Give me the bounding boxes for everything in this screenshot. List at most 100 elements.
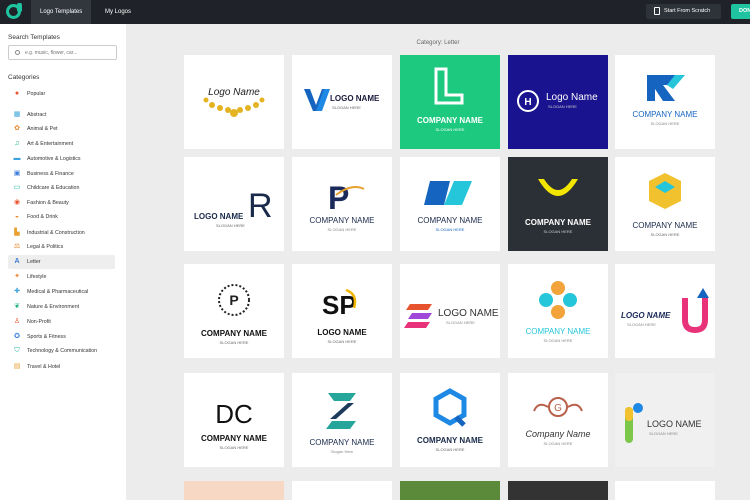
logo-card-2[interactable]: LOGO NAME SLOGAN HERE [292, 55, 392, 149]
logo-slogan: SLOGAN HERE [436, 227, 465, 232]
category-travel[interactable]: ▤ Travel & Hotel [8, 360, 115, 374]
svg-text:P: P [229, 292, 238, 308]
logo-card-22[interactable] [292, 481, 392, 500]
letter-e-icon [406, 304, 432, 310]
category-sports[interactable]: ✪ Sports & Fitness [8, 330, 115, 344]
logo-card-3[interactable]: COMPANY NAME SLOGAN HERE [400, 55, 500, 149]
logo-title: COMPANY NAME [417, 436, 484, 445]
logo-card-24[interactable] [508, 481, 608, 500]
category-abstract[interactable]: ▦ Abstract [8, 108, 115, 122]
category-childcare[interactable]: ▭ Childcare & Education [8, 181, 115, 195]
category-medical[interactable]: ✚ Medical & Pharmaceutical [8, 285, 115, 299]
category-label: Food & Drink [27, 214, 58, 220]
green-action-button[interactable]: DON [731, 4, 750, 19]
category-art-entertainment[interactable]: ♫ Art & Entertainment [8, 137, 115, 151]
logo-card-21[interactable] [184, 481, 284, 500]
logo-card-11[interactable]: P COMPANY NAME SLOGAN HERE [184, 264, 284, 358]
tab-my-logos[interactable]: My Logos [96, 0, 140, 24]
category-label: Lifestyle [27, 274, 47, 280]
logo-card-5[interactable]: COMPANY NAME SLOGAN HERE [615, 55, 715, 149]
letter-a-icon: A [14, 258, 20, 265]
svg-text:G: G [554, 403, 562, 414]
logo-card-12[interactable]: SP LOGO NAME SLOGAN HERE [292, 264, 392, 358]
category-food[interactable]: ◒ Food & Drink [8, 210, 115, 224]
category-technology[interactable]: ⛉ Technology & Communication [8, 344, 115, 358]
laurel-icon [203, 97, 265, 117]
category-label: Art & Entertainment [27, 141, 74, 147]
logo-card-1[interactable]: Logo Name [184, 55, 284, 149]
category-label: Automotive & Logistics [27, 156, 81, 162]
logo-title: COMPANY NAME [201, 434, 268, 443]
logo-title: COMPANY NAME [309, 438, 374, 447]
app-logo-icon[interactable] [6, 3, 22, 19]
logo-title: COMPANY NAME [632, 221, 697, 230]
logo-slogan: SLOGAN HERE [544, 229, 573, 234]
logo-card-20[interactable]: LOGO NAME SLOGAN HERE [615, 373, 715, 467]
logo-card-8[interactable]: COMPANY NAME SLOGAN HERE [400, 157, 500, 251]
logo-card-14[interactable]: COMPANY NAME SLOGAN HERE [508, 264, 608, 358]
category-business[interactable]: ▣ Business & Finance [8, 167, 115, 181]
travel-icon: ▤ [13, 363, 21, 370]
logo-card-6[interactable]: R LOGO NAME SLOGAN HERE [184, 157, 284, 251]
letter-r-icon: R [248, 187, 273, 225]
logo-card-17[interactable]: COMPANY NAME Slogan Here [292, 373, 392, 467]
briefcase-icon: ▣ [13, 170, 21, 177]
category-letter[interactable]: A Letter [8, 255, 115, 269]
category-title: Category: Letter [416, 40, 460, 46]
scales-icon: ⚖ [13, 243, 21, 250]
category-fashion[interactable]: ◉ Fashion & Beauty [8, 196, 115, 210]
abstract-icon: ▦ [13, 111, 21, 118]
paw-icon: ✿ [14, 125, 20, 132]
tab-logo-templates[interactable]: Logo Templates [31, 0, 92, 24]
logo-slogan: SLOGAN HERE [544, 441, 573, 446]
main-content: Category: Letter Logo Name LOGO NAME SLO… [126, 24, 750, 500]
logo-card-7[interactable]: P COMPANY NAME SLOGAN HERE [292, 157, 392, 251]
category-non-profit[interactable]: ♙ Non-Profit [8, 315, 115, 329]
education-icon: ▭ [13, 184, 21, 191]
letter-z-icon [328, 393, 356, 401]
logo-title: COMPANY NAME [201, 329, 268, 338]
category-label: Non-Profit [27, 319, 51, 325]
logo-slogan: SLOGAN HERE [651, 121, 680, 126]
category-automotive[interactable]: ▬ Automotive & Logistics [8, 152, 115, 166]
logo-card-13[interactable]: LOGO NAME SLOGAN HERE [400, 264, 500, 358]
search-box[interactable] [8, 45, 117, 60]
car-icon: ▬ [13, 155, 21, 162]
category-industrial[interactable]: ▙ Industrial & Construction [8, 226, 115, 240]
logo-card-16[interactable]: DC COMPANY NAME SLOGAN HERE [184, 373, 284, 467]
search-input[interactable] [25, 48, 113, 58]
category-label: Travel & Hotel [27, 364, 61, 370]
category-label: Popular [27, 91, 46, 97]
logo-card-23[interactable] [400, 481, 500, 500]
lifestyle-icon: ✦ [14, 273, 20, 280]
category-label: Fashion & Beauty [27, 200, 69, 206]
logo-card-15[interactable]: LOGO NAME SLOGAN HERE [615, 264, 715, 358]
category-nature[interactable]: ❦ Nature & Environment [8, 300, 115, 314]
logo-card-9[interactable]: COMPANY NAME SLOGAN HERE [508, 157, 608, 251]
category-animal-pet[interactable]: ✿ Animal & Pet [8, 122, 115, 136]
music-icon: ♫ [14, 140, 20, 147]
logo-slogan: SLOGAN HERE [548, 104, 577, 109]
person-icon: ♙ [13, 318, 21, 325]
logo-slogan: SLOGAN HERE [328, 227, 357, 232]
logo-card-4[interactable]: H Logo Name SLOGAN HERE [508, 55, 608, 149]
logo-title: LOGO NAME [621, 311, 671, 320]
logo-card-25[interactable] [615, 481, 715, 500]
category-legal[interactable]: ⚖ Legal & Politics [8, 240, 115, 254]
category-label: Business & Finance [27, 171, 74, 177]
start-from-scratch-button[interactable]: Start From Scratch [646, 4, 721, 19]
logo-title: LOGO NAME [194, 212, 244, 221]
logo-title: COMPANY NAME [417, 216, 482, 225]
category-label: Technology & Communication [27, 348, 98, 354]
logo-card-19[interactable]: G Company Name SLOGAN HERE [508, 373, 608, 467]
logo-title: LOGO NAME [438, 308, 499, 319]
top-bar: Logo Templates My Logos Start From Scrat… [0, 0, 750, 24]
logo-slogan: SLOGAN HERE [436, 447, 465, 452]
logo-card-18[interactable]: COMPANY NAME SLOGAN HERE [400, 373, 500, 467]
logo-slogan: SLOGAN HERE [446, 320, 475, 325]
logo-slogan: SLOGAN HERE [328, 339, 357, 344]
category-label: Medical & Pharmaceutical [27, 289, 89, 295]
category-popular[interactable]: ● Popular [8, 87, 115, 101]
logo-card-10[interactable]: COMPANY NAME SLOGAN HERE [615, 157, 715, 251]
category-lifestyle[interactable]: ✦ Lifestyle [8, 270, 115, 284]
